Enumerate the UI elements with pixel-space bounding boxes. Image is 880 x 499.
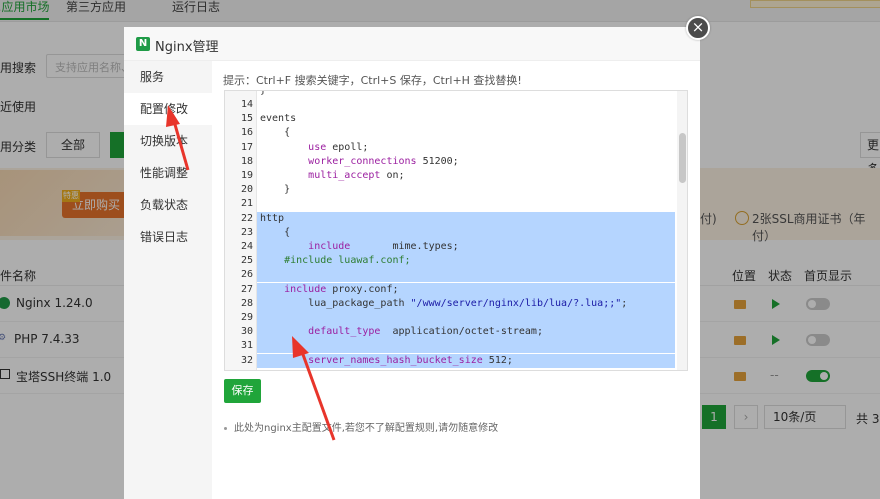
code-line: multi_accept on; xyxy=(308,170,405,181)
code-keyword: server_names_hash_bucket_size xyxy=(308,354,483,366)
line-number: 19 xyxy=(240,170,253,181)
code-keyword: default_type xyxy=(308,326,381,338)
sidebar-item-service[interactable]: 服务 xyxy=(124,61,212,93)
code-line: worker_connections 51200; xyxy=(308,155,459,167)
line-number: 28 xyxy=(240,297,253,309)
code-line xyxy=(257,268,675,283)
sidebar-item-config[interactable]: 配置修改 xyxy=(124,93,212,125)
editor-tip: 提示：Ctrl+F 搜索关键字，Ctrl+S 保存，Ctrl+H 查找替换! xyxy=(223,74,522,87)
line-number: 14 xyxy=(240,99,253,110)
line-number: 32 xyxy=(240,354,253,366)
config-warning-text: 此处为nginx主配置文件,若您不了解配置规则,请勿随意修改 xyxy=(234,423,499,434)
code-keyword: include xyxy=(284,283,327,295)
code-line: server_names_hash_bucket_size 512; xyxy=(257,353,675,368)
save-button[interactable]: 保存 xyxy=(224,379,261,403)
sidebar-item-load-status[interactable]: 负载状态 xyxy=(124,189,212,221)
line-number: 23 xyxy=(240,226,253,238)
code-line: include proxy.conf; xyxy=(257,282,675,297)
code-line: { xyxy=(257,225,675,240)
config-code-editor[interactable]: } 14 15 events 16 {17 use epoll; 18 worker_c… xyxy=(224,90,688,371)
editor-scrollbar-thumb[interactable] xyxy=(679,133,686,183)
line-number: 29 xyxy=(240,312,253,323)
code-line: events xyxy=(260,113,297,125)
code-keyword: use xyxy=(308,141,327,153)
line-number: 24 xyxy=(240,241,253,252)
code-line: lua_package_path "/www/server/nginx/lib/… xyxy=(257,296,675,311)
line-number: 26 xyxy=(240,269,253,281)
line-number: 25 xyxy=(240,255,253,267)
code-line: } xyxy=(260,90,267,96)
code-line: include mime.types; xyxy=(257,240,675,254)
line-number: 15 xyxy=(240,113,253,125)
sidebar-item-error-log[interactable]: 错误日志 xyxy=(124,221,212,253)
nginx-manager-dialog: N Nginx管理 服务 配置修改 切换版本 性能调整 负载状态 错误日志 提示… xyxy=(124,27,700,499)
line-number: 27 xyxy=(240,283,253,295)
close-dialog-button[interactable]: × xyxy=(686,16,710,40)
code-line: } xyxy=(260,184,291,196)
code-line: default_type application/octet-stream; xyxy=(257,325,675,340)
code-comment: #include luawaf.conf; xyxy=(284,255,411,267)
code-keyword: multi_accept xyxy=(308,170,381,181)
code-keyword: include xyxy=(308,241,351,252)
nginx-logo-icon: N xyxy=(136,37,150,51)
code-line: use epoll; xyxy=(308,141,369,153)
line-number: 22 xyxy=(240,212,253,224)
code-line: http xyxy=(257,211,675,226)
code-keyword: worker_connections xyxy=(308,155,417,167)
line-number: 20 xyxy=(240,184,253,196)
line-number: 31 xyxy=(240,340,253,352)
dialog-sidebar: 服务 配置修改 切换版本 性能调整 负载状态 错误日志 xyxy=(124,61,212,499)
line-number: 17 xyxy=(240,141,253,153)
bullet-icon xyxy=(224,426,227,430)
code-string: "/www/server/nginx/lib/lua/?.lua;;" xyxy=(410,297,622,309)
code-line xyxy=(257,311,675,325)
sidebar-item-switch-version[interactable]: 切换版本 xyxy=(124,125,212,157)
code-line: { xyxy=(260,127,291,139)
line-number xyxy=(225,91,253,98)
code-line xyxy=(257,339,675,354)
config-warning-note: 此处为nginx主配置文件,若您不了解配置规则,请勿随意修改 xyxy=(224,419,498,434)
line-number: 21 xyxy=(240,198,253,210)
dialog-header: N Nginx管理 xyxy=(124,27,700,61)
line-number: 30 xyxy=(240,326,253,338)
line-number: 18 xyxy=(240,155,253,167)
line-number: 16 xyxy=(240,127,253,139)
dialog-title: Nginx管理 xyxy=(155,40,219,55)
code-line: #include luawaf.conf; xyxy=(257,254,675,269)
sidebar-item-performance[interactable]: 性能调整 xyxy=(124,157,212,189)
